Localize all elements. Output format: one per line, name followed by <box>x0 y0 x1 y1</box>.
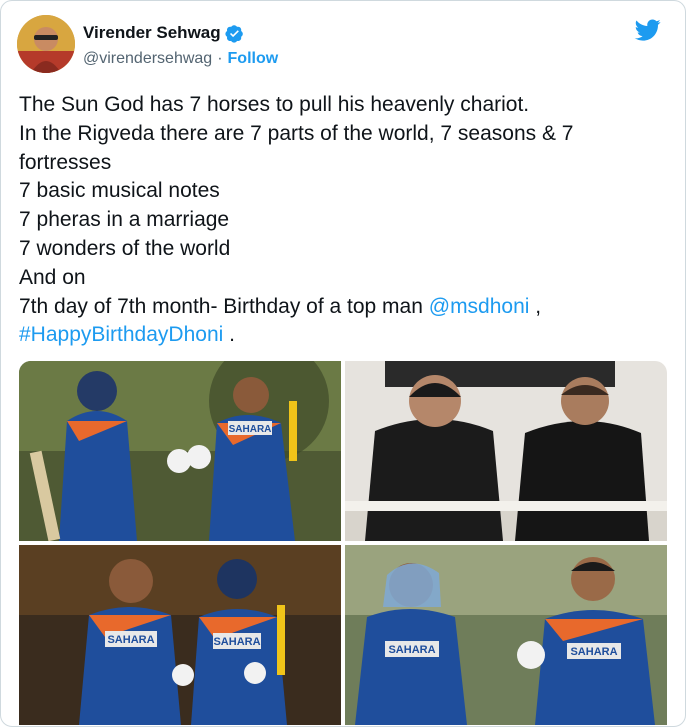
follow-button[interactable]: Follow <box>228 50 279 68</box>
tweet-line-last: 7th day of 7th month- Birthday of a top … <box>19 293 669 322</box>
tweet-line: 7 pheras in a marriage <box>19 208 230 232</box>
photo-1[interactable]: SAHARA <box>19 361 341 541</box>
jersey-text: SAHARA <box>213 636 260 648</box>
photo-4[interactable]: SAHARA SAHARA <box>345 545 667 725</box>
tweet-line: The Sun God has 7 horses to pull his hea… <box>19 93 530 116</box>
twitter-bird-icon[interactable] <box>633 17 663 43</box>
photo-grid: SAHARA SAHARA SAHARA SAHARA SAHARA <box>19 361 667 725</box>
mention-link[interactable]: @msdhoni <box>429 295 530 318</box>
author-name-row: Virender Sehwag <box>83 23 244 43</box>
tweet-line: In the Rigveda there are 7 parts of the … <box>19 121 574 145</box>
tweet-line: 7 basic musical notes <box>19 179 220 203</box>
author-handle[interactable]: @virendersehwag <box>83 50 212 68</box>
tweet-header: Virender Sehwag @virendersehwag · Follow <box>17 15 669 75</box>
photo-2[interactable] <box>345 361 667 541</box>
hashtag-link[interactable]: #HappyBirthdayDhoni <box>19 323 223 346</box>
tweet-line: fortresses <box>19 150 112 174</box>
jersey-text: SAHARA <box>388 644 435 656</box>
photo-3[interactable]: SAHARA SAHARA <box>19 545 341 725</box>
jersey-text: SAHARA <box>570 646 617 658</box>
author-handle-row: @virendersehwag · Follow <box>83 50 278 68</box>
avatar[interactable] <box>17 15 75 73</box>
punctuation: . <box>223 323 235 347</box>
tweet-line: And on <box>19 265 86 289</box>
tweet-card: Virender Sehwag @virendersehwag · Follow… <box>0 0 686 727</box>
tweet-line-hashtag: #HappyBirthdayDhoni . <box>19 321 669 350</box>
verified-badge-icon <box>225 24 244 43</box>
tweet-line-text: 7th day of 7th month- Birthday of a top … <box>19 294 429 318</box>
separator: · <box>217 50 223 67</box>
jersey-text: SAHARA <box>229 424 272 435</box>
jersey-text: SAHARA <box>107 634 154 646</box>
author-name[interactable]: Virender Sehwag <box>83 23 221 43</box>
tweet-text: The Sun God has 7 horses to pull his hea… <box>19 91 669 350</box>
punctuation: , <box>529 294 542 318</box>
tweet-line: 7 wonders of the world <box>19 236 231 260</box>
